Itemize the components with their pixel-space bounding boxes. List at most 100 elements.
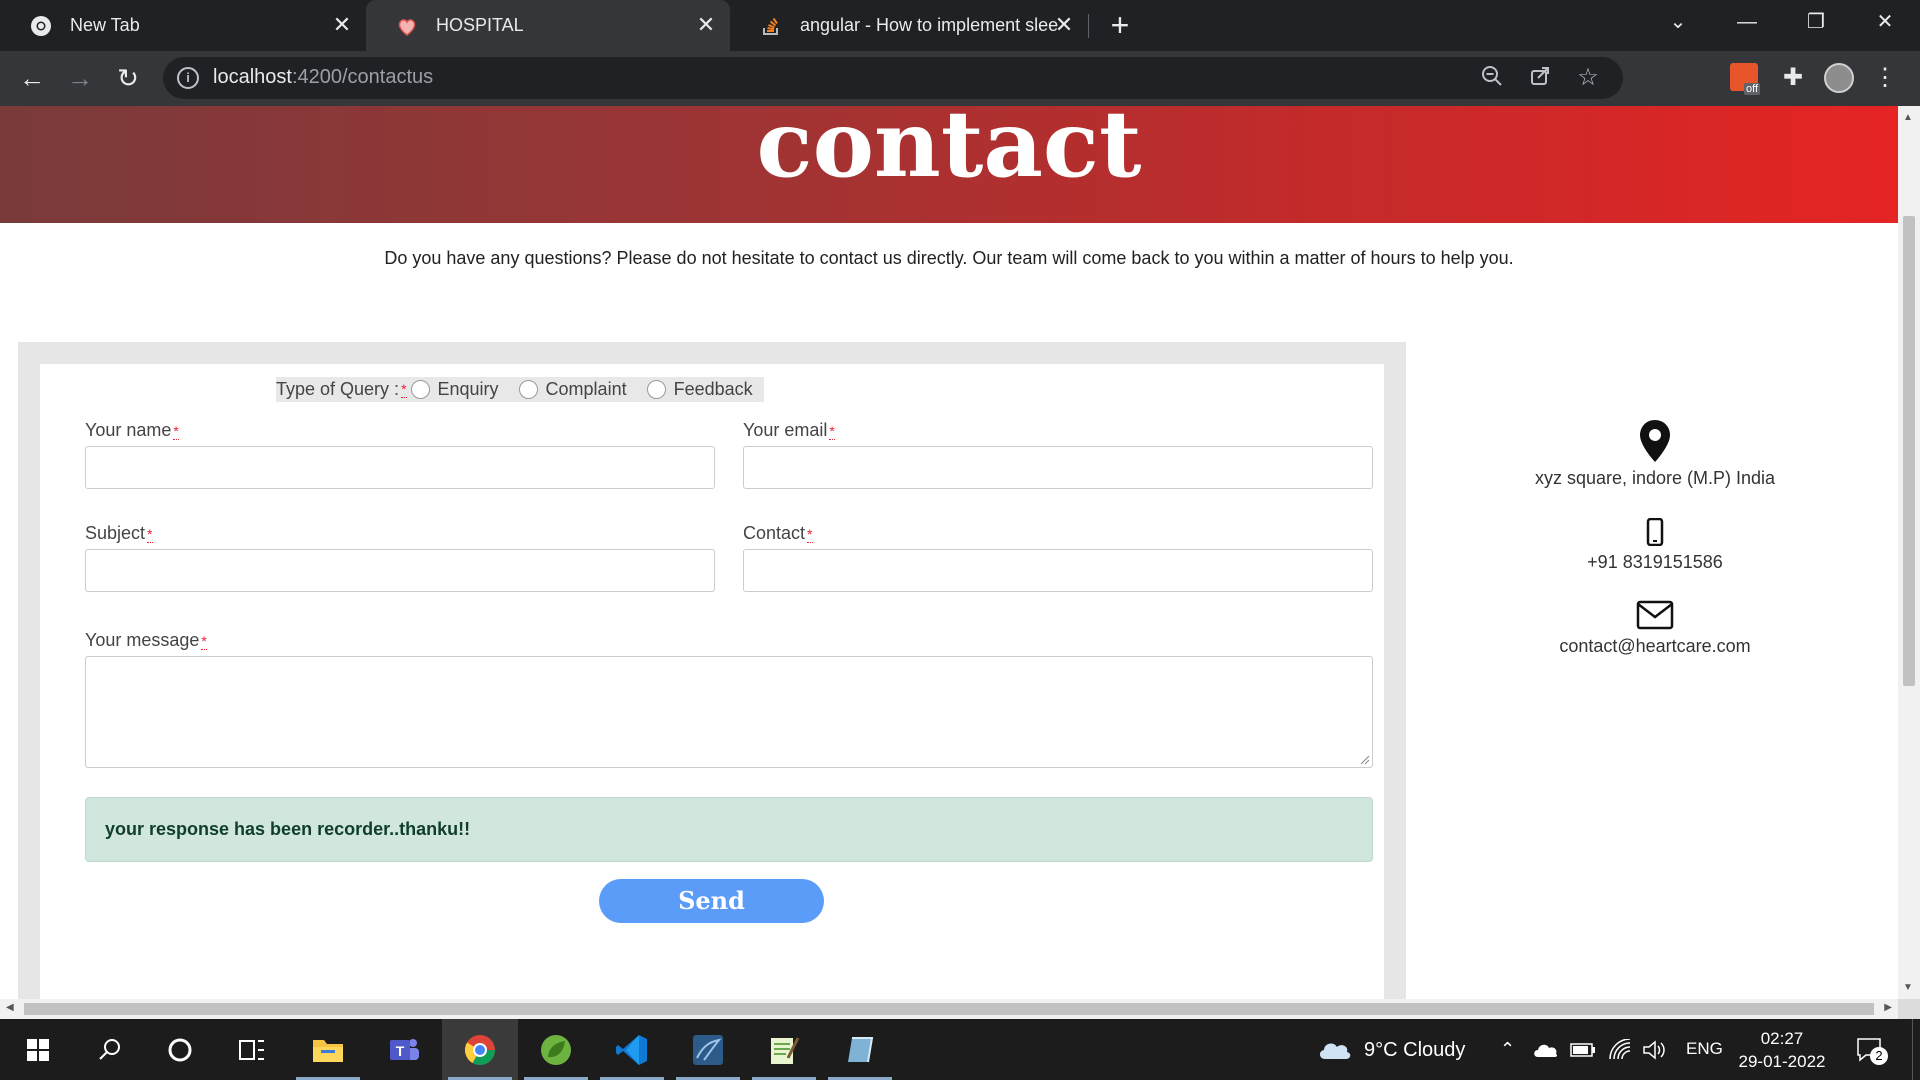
battery-icon[interactable] [1570,1043,1596,1062]
show-desktop-button[interactable] [1912,1019,1920,1080]
chrome-icon [30,15,52,37]
tab-label: HOSPITAL [436,15,524,35]
notes-app-icon [848,1036,874,1062]
action-center-icon[interactable]: 2 [1856,1037,1888,1068]
radio-enquiry[interactable] [410,380,430,399]
bookmark-star-icon[interactable]: ☆ [1575,65,1601,91]
onedrive-icon[interactable] [1532,1041,1558,1064]
resize-grip-icon[interactable] [1358,753,1370,765]
back-button[interactable]: ← [14,60,50,96]
forward-button[interactable]: → [62,60,98,96]
radio-feedback[interactable] [646,380,666,399]
email-field[interactable] [743,446,1373,489]
tab-new-tab[interactable]: New Tab ✕ [0,0,366,51]
menu-kebab-icon[interactable]: ⋮ [1870,63,1900,93]
clock-time: 02:27 [1760,1029,1804,1048]
contact-form: Type of Query : * Enquiry Complaint Feed… [40,364,1384,999]
tab-stackoverflow[interactable]: angular - How to implement slee ✕ [730,0,1088,51]
scroll-up-icon[interactable]: ▲ [1903,112,1913,123]
notification-count-badge: 2 [1870,1047,1888,1065]
tab-search-button[interactable]: ⌄ [1648,0,1708,44]
stackoverflow-icon [760,15,782,37]
teams-button[interactable]: T [366,1019,442,1080]
page-title: contact [756,106,1142,198]
phone-icon [1460,517,1850,548]
notepad-plus-icon [771,1036,800,1064]
radio-label-feedback: Feedback [673,379,753,399]
start-button[interactable] [0,1019,76,1080]
vertical-scrollbar[interactable]: ▲ ▼ [1898,106,1920,999]
close-icon[interactable]: ✕ [1052,13,1076,37]
horizontal-scrollbar[interactable]: ◀ ▶ [0,999,1898,1019]
message-textarea[interactable] [85,656,1373,768]
scroll-down-icon[interactable]: ▼ [1903,982,1913,993]
close-icon[interactable]: ✕ [330,13,354,37]
file-explorer-button[interactable] [290,1019,366,1080]
zoom-out-icon[interactable] [1479,65,1505,91]
window-close-button[interactable]: ✕ [1855,0,1915,44]
contact-form-section: Type of Query : * Enquiry Complaint Feed… [18,342,1406,999]
language-indicator[interactable]: ENG [1686,1039,1723,1059]
tray-overflow-icon[interactable]: ⌃ [1500,1039,1515,1060]
spring-tool-button[interactable] [518,1019,594,1080]
tab-label: New Tab [70,15,140,35]
scrollbar-corner [1898,999,1920,1019]
address-text: xyz square, indore (M.P) India [1534,468,1776,488]
new-tab-button[interactable]: + [1104,9,1136,42]
hospital-favicon-icon [396,15,418,37]
subject-label: Subject * [85,523,153,543]
vertical-scroll-thumb[interactable] [1903,216,1915,686]
chrome-taskbar-button[interactable] [442,1019,518,1080]
weather-text[interactable]: 9°C Cloudy [1364,1039,1465,1062]
chrome-icon [464,1034,495,1065]
clock-date: 29-01-2022 [1738,1052,1826,1071]
browser-toolbar: ← → ↻ i localhost:4200/contactus ☆ off ✚… [0,51,1920,106]
radio-label-enquiry: Enquiry [437,379,499,399]
restore-button[interactable]: ❐ [1786,0,1846,44]
windows-taskbar: T 9°C Cloudy ⌃ ENG 02:27 29-01-2022 2 [0,1019,1920,1080]
cortana-button[interactable] [142,1019,218,1080]
windows-logo-icon [27,1038,49,1061]
horizontal-scroll-thumb[interactable] [24,1003,1874,1015]
scroll-left-icon[interactable]: ◀ [6,1002,14,1013]
name-field[interactable] [85,446,715,489]
intro-text: Do you have any questions? Please do not… [384,248,1514,268]
send-button[interactable]: Send [599,879,824,923]
reload-button[interactable]: ↻ [110,60,146,96]
spring-leaf-icon [541,1034,571,1065]
share-icon[interactable] [1527,65,1553,91]
volume-icon[interactable] [1642,1039,1668,1066]
notepad-plus-button[interactable] [746,1019,822,1080]
teams-icon: T [390,1038,419,1060]
minimize-button[interactable]: — [1717,0,1777,44]
mysql-workbench-button[interactable] [670,1019,746,1080]
address-bar[interactable]: i localhost:4200/contactus ☆ [163,57,1623,99]
weather-cloud-icon[interactable] [1316,1037,1352,1066]
radio-complaint[interactable] [518,380,538,399]
vscode-button[interactable] [594,1019,670,1080]
tab-separator [1088,14,1089,38]
tab-hospital[interactable]: HOSPITAL ✕ [366,0,730,51]
notes-app-button[interactable] [822,1019,898,1080]
task-view-icon [239,1039,264,1060]
site-info-icon[interactable]: i [177,67,199,89]
search-button[interactable] [72,1019,148,1080]
subject-field[interactable] [85,549,715,592]
radio-label-complaint: Complaint [545,379,627,399]
mysql-workbench-icon [693,1034,723,1065]
success-alert: your response has been recorder..thanku!… [85,797,1373,862]
clock[interactable]: 02:27 29-01-2022 [1734,1027,1830,1073]
profile-avatar[interactable] [1824,63,1854,93]
name-label: Your name * [85,420,179,440]
task-view-button[interactable] [214,1019,290,1080]
phone-text: +91 8319151586 [1587,552,1723,572]
close-icon[interactable]: ✕ [694,13,718,37]
page-viewport: contact Do you have any questions? Pleas… [0,106,1898,999]
tab-label: angular - How to implement slee [800,15,1059,35]
contact-field[interactable] [743,549,1373,592]
scroll-right-icon[interactable]: ▶ [1884,1002,1892,1013]
wifi-icon[interactable] [1608,1038,1632,1066]
coupon-extension-icon[interactable]: off [1730,63,1760,95]
url-text[interactable]: localhost:4200/contactus [213,66,433,89]
extensions-puzzle-icon[interactable]: ✚ [1778,63,1808,93]
